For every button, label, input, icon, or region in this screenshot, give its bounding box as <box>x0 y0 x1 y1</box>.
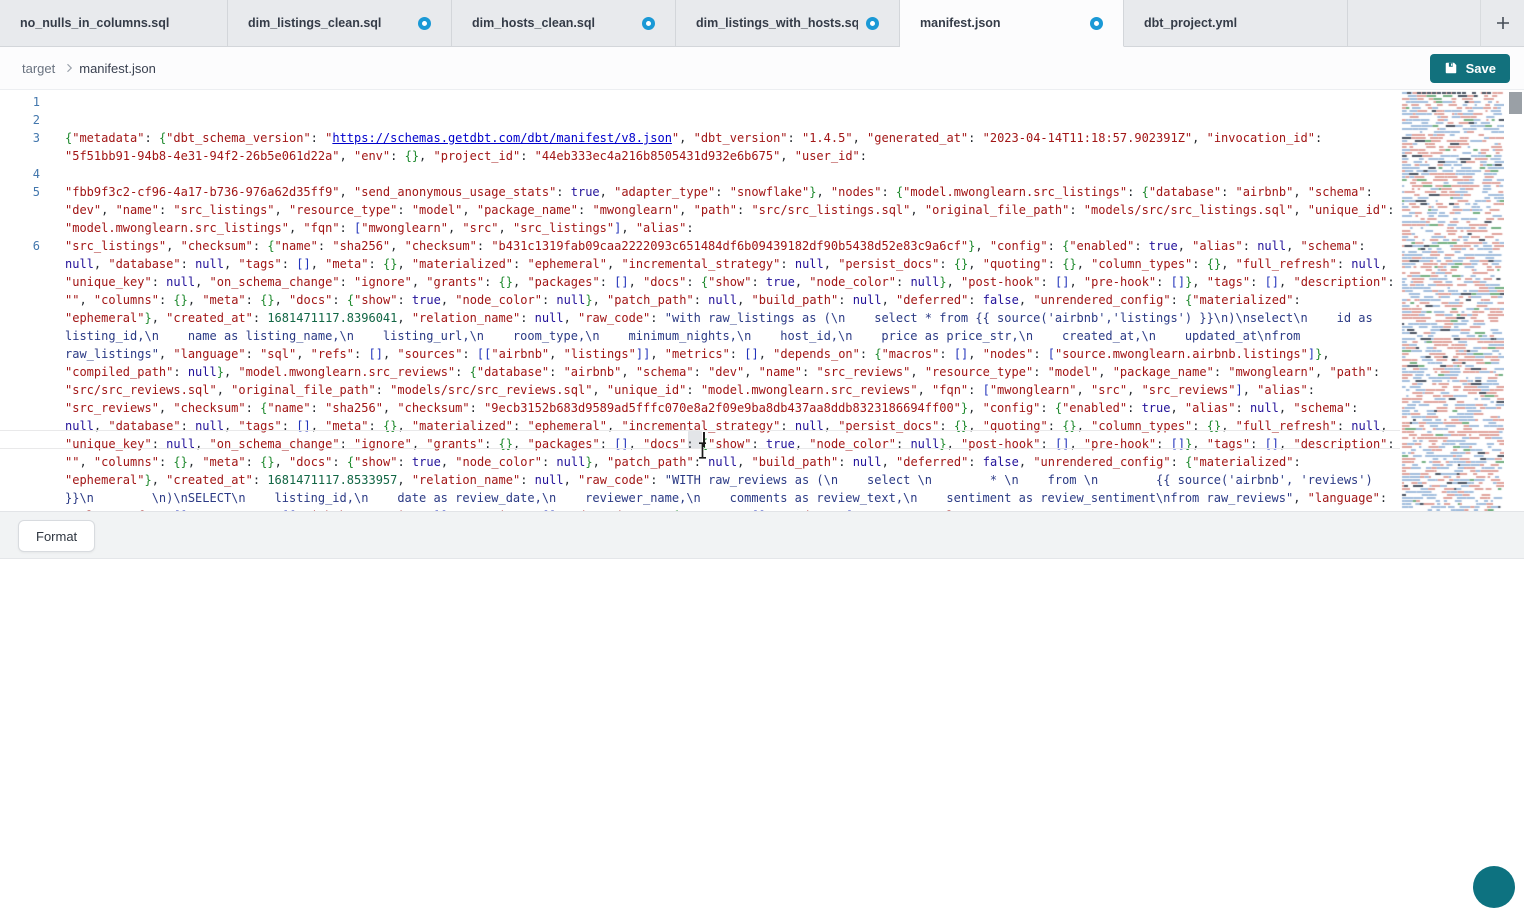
plus-icon <box>1494 14 1512 32</box>
save-button-label: Save <box>1466 61 1496 76</box>
format-toolbar: Format <box>0 511 1524 559</box>
line-number: 3 <box>0 129 42 147</box>
tab-label: dbt_project.yml <box>1144 16 1237 30</box>
line-number: 5 <box>0 183 42 201</box>
save-button[interactable]: Save <box>1430 54 1510 83</box>
tab-label: no_nulls_in_columns.sql <box>20 16 169 30</box>
breadcrumb-file: manifest.json <box>79 61 156 76</box>
code-line[interactable]: 1 <box>0 93 1400 111</box>
tab-manifest-json[interactable]: manifest.json <box>900 0 1124 47</box>
code-line-content: "fbb9f3c2-cf96-4a17-b736-976a62d35ff9", … <box>65 183 1400 237</box>
code-line-content: {"metadata": {"dbt_schema_version": "htt… <box>65 129 1400 165</box>
code-line-content <box>65 93 1400 111</box>
tab-label: manifest.json <box>920 16 1001 30</box>
scrollbar-thumb[interactable] <box>1509 92 1522 114</box>
line-number: 1 <box>0 93 42 111</box>
unsaved-changes-icon[interactable] <box>866 17 879 30</box>
unsaved-changes-icon[interactable] <box>418 17 431 30</box>
code-editor[interactable]: 1 2 3 {"metadata": {"dbt_schema_version":… <box>0 90 1524 511</box>
tab-label: dim_listings_clean.sql <box>248 16 381 30</box>
unsaved-changes-icon[interactable] <box>642 17 655 30</box>
new-tab-button[interactable] <box>1480 0 1524 47</box>
editor-scrollbar[interactable] <box>1506 90 1524 511</box>
format-button[interactable]: Format <box>18 520 95 552</box>
unsaved-changes-icon[interactable] <box>1090 17 1103 30</box>
code-line[interactable]: 2 <box>0 111 1400 129</box>
line-number: 6 <box>0 237 42 255</box>
tab-label: dim_listings_with_hosts.sql <box>696 16 858 30</box>
code-line-content <box>65 111 1400 129</box>
code-line-content: "src_listings", "checksum": {"name": "sh… <box>65 237 1400 511</box>
tab-dim-listings-clean-sql[interactable]: dim_listings_clean.sql <box>228 0 452 47</box>
tab-dim-hosts-clean-sql[interactable]: dim_hosts_clean.sql <box>452 0 676 47</box>
tab-bar-spacer <box>1348 0 1480 47</box>
breadcrumb-folder[interactable]: target <box>22 61 55 76</box>
help-widget-button[interactable] <box>1473 866 1515 908</box>
line-number: 2 <box>0 111 42 129</box>
code-line-content <box>65 165 1400 183</box>
code-line[interactable]: 6 "src_listings", "checksum": {"name": "s… <box>0 237 1400 511</box>
code-lines[interactable]: 1 2 3 {"metadata": {"dbt_schema_version":… <box>0 90 1400 511</box>
line-number: 4 <box>0 165 42 183</box>
file-header-bar: target manifest.json Save <box>0 47 1524 90</box>
tab-no-nulls-in-columns-sql[interactable]: no_nulls_in_columns.sql <box>0 0 228 47</box>
code-line[interactable]: 4 <box>0 165 1400 183</box>
code-line[interactable]: 5 "fbb9f3c2-cf96-4a17-b736-976a62d35ff9",… <box>0 183 1400 237</box>
chevron-right-icon <box>63 62 75 74</box>
save-icon <box>1444 61 1458 75</box>
tab-bar: no_nulls_in_columns.sql dim_listings_clea… <box>0 0 1524 47</box>
tab-dbt-project-yml[interactable]: dbt_project.yml <box>1124 0 1348 47</box>
tab-dim-listings-with-hosts-sql[interactable]: dim_listings_with_hosts.sql <box>676 0 900 47</box>
minimap[interactable] <box>1400 90 1504 511</box>
code-line[interactable]: 3 {"metadata": {"dbt_schema_version": "ht… <box>0 129 1400 165</box>
tab-label: dim_hosts_clean.sql <box>472 16 595 30</box>
